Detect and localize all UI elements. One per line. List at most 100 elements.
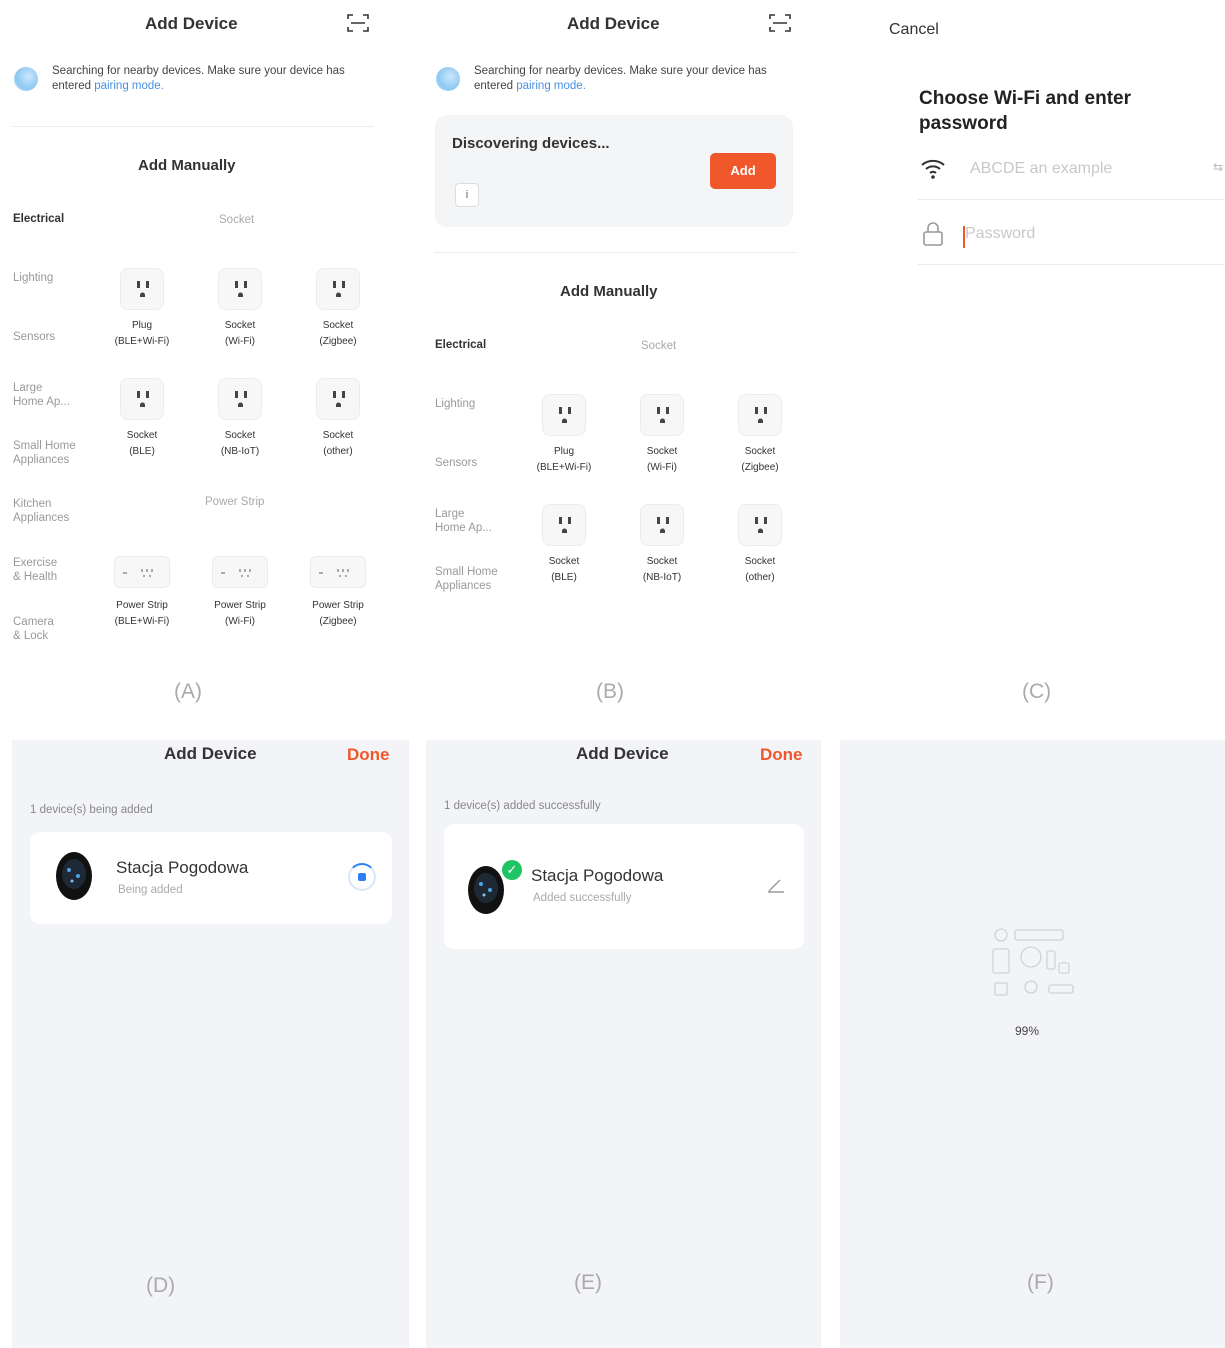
weather-station-image xyxy=(468,866,504,914)
power-strip-icon xyxy=(123,569,153,577)
device-status: Added successfully xyxy=(533,892,632,904)
power-strip-device-tile[interactable] xyxy=(212,556,268,588)
device-name: Socket xyxy=(646,446,678,457)
category-item[interactable]: Small Home Appliances xyxy=(13,439,76,467)
pairing-mode-link[interactable]: pairing mode. xyxy=(94,80,164,92)
category-item[interactable]: Small Home Appliances xyxy=(435,565,498,593)
page-title: Choose Wi-Fi and enter password xyxy=(919,88,1132,134)
device-name: Power Strip xyxy=(312,600,364,611)
socket-device-tile[interactable] xyxy=(120,268,164,310)
info-icon[interactable]: i xyxy=(455,183,479,207)
device-label: Socket (other) xyxy=(293,428,383,460)
category-item[interactable]: Lighting xyxy=(13,271,53,285)
device-variant: (Zigbee) xyxy=(319,336,357,347)
device-card[interactable]: Stacja Pogodowa Being added xyxy=(30,832,392,924)
page-title: Add Device xyxy=(567,14,660,33)
device-variant: (Wi-Fi) xyxy=(225,616,255,627)
wifi-field[interactable]: ABCDE an example ⇆ xyxy=(918,140,1225,200)
device-name: Socket xyxy=(126,430,158,441)
device-variant: (NB-IoT) xyxy=(220,446,260,457)
caption: (F) xyxy=(1027,1271,1054,1294)
socket-icon xyxy=(657,517,669,533)
device-label: Socket (NB-IoT) xyxy=(195,428,285,460)
device-name: Socket xyxy=(744,446,776,457)
device-label: Socket (Wi-Fi) xyxy=(195,318,285,350)
socket-device-tile[interactable] xyxy=(120,378,164,420)
power-strip-device-tile[interactable] xyxy=(310,556,366,588)
device-label: Socket (BLE) xyxy=(519,554,609,586)
socket-device-tile[interactable] xyxy=(738,504,782,546)
socket-device-tile[interactable] xyxy=(316,378,360,420)
scan-icon[interactable] xyxy=(769,13,791,33)
device-name: Plug xyxy=(553,446,574,457)
scan-icon[interactable] xyxy=(347,13,369,33)
pairing-mode-link[interactable]: pairing mode. xyxy=(516,80,586,92)
socket-device-tile[interactable] xyxy=(640,504,684,546)
power-strip-device-tile[interactable] xyxy=(114,556,170,588)
device-name: Socket xyxy=(322,430,354,441)
device-card[interactable]: ✓ Stacja Pogodowa Added successfully xyxy=(444,824,804,949)
progress-percent: 99% xyxy=(1015,1024,1040,1038)
device-variant: (NB-IoT) xyxy=(642,572,682,583)
password-field[interactable]: Password xyxy=(918,205,1225,265)
section-title: Add Manually xyxy=(560,283,658,300)
device-name: Power Strip xyxy=(116,600,168,611)
caption: (B) xyxy=(596,680,624,703)
add-button[interactable]: Add xyxy=(710,153,776,189)
device-name: Socket xyxy=(646,556,678,567)
socket-icon xyxy=(755,517,767,533)
device-label: Socket (other) xyxy=(715,554,805,586)
device-name: Socket xyxy=(322,320,354,331)
category-item[interactable]: Kitchen Appliances xyxy=(13,497,69,525)
password-placeholder: Password xyxy=(965,225,1036,242)
device-variant: (other) xyxy=(323,446,353,457)
category-item[interactable]: Exercise & Health xyxy=(13,556,57,584)
divider xyxy=(434,252,796,253)
power-strip-icon xyxy=(319,569,349,577)
wifi-icon xyxy=(921,159,945,179)
cancel-button[interactable]: Cancel xyxy=(889,21,939,39)
wifi-name-placeholder: ABCDE an example xyxy=(970,160,1113,177)
page-title: Add Device xyxy=(164,744,257,763)
socket-device-tile[interactable] xyxy=(738,394,782,436)
device-label: Socket (BLE) xyxy=(97,428,187,460)
done-button[interactable]: Done xyxy=(760,745,803,765)
radar-icon xyxy=(14,67,38,91)
category-item[interactable]: Large Home Ap... xyxy=(435,507,492,535)
device-variant: (other) xyxy=(745,572,775,583)
socket-icon xyxy=(559,517,571,533)
category-item[interactable]: Electrical xyxy=(13,212,64,226)
done-button[interactable]: Done xyxy=(347,745,390,765)
socket-device-tile[interactable] xyxy=(218,378,262,420)
category-item[interactable]: Lighting xyxy=(435,397,475,411)
socket-device-tile[interactable] xyxy=(316,268,360,310)
socket-device-tile[interactable] xyxy=(542,394,586,436)
category-item[interactable]: Large Home Ap... xyxy=(13,381,70,409)
discovering-text: Discovering devices... xyxy=(452,135,610,152)
success-check-icon: ✓ xyxy=(502,860,522,880)
device-name: Socket xyxy=(224,430,256,441)
device-variant: (BLE+Wi-Fi) xyxy=(114,336,170,347)
group-label-socket: Socket xyxy=(219,214,255,226)
socket-device-tile[interactable] xyxy=(218,268,262,310)
device-label: Socket (Wi-Fi) xyxy=(617,444,707,476)
device-variant: (Wi-Fi) xyxy=(225,336,255,347)
category-item[interactable]: Camera & Lock xyxy=(13,615,54,643)
socket-icon xyxy=(235,281,247,297)
panel-a-add-device: Add Device Searching for nearby devices.… xyxy=(0,0,385,715)
discovered-device-card: Discovering devices... Add i xyxy=(435,115,793,227)
socket-icon xyxy=(137,281,149,297)
panel-d-being-added: Add Device Done 1 device(s) being added … xyxy=(12,740,409,1348)
weather-station-image xyxy=(56,852,92,900)
lock-icon xyxy=(923,222,943,246)
device-label: Power Strip (Wi-Fi) xyxy=(195,598,285,630)
edit-icon[interactable] xyxy=(766,874,786,894)
switch-network-icon[interactable]: ⇆ xyxy=(1213,160,1223,174)
search-status: Searching for nearby devices. Make sure … xyxy=(14,62,374,98)
category-item[interactable]: Sensors xyxy=(435,456,477,470)
socket-device-tile[interactable] xyxy=(542,504,586,546)
category-item[interactable]: Sensors xyxy=(13,330,55,344)
socket-device-tile[interactable] xyxy=(640,394,684,436)
device-label: Socket (Zigbee) xyxy=(293,318,383,350)
category-item[interactable]: Electrical xyxy=(435,338,486,352)
